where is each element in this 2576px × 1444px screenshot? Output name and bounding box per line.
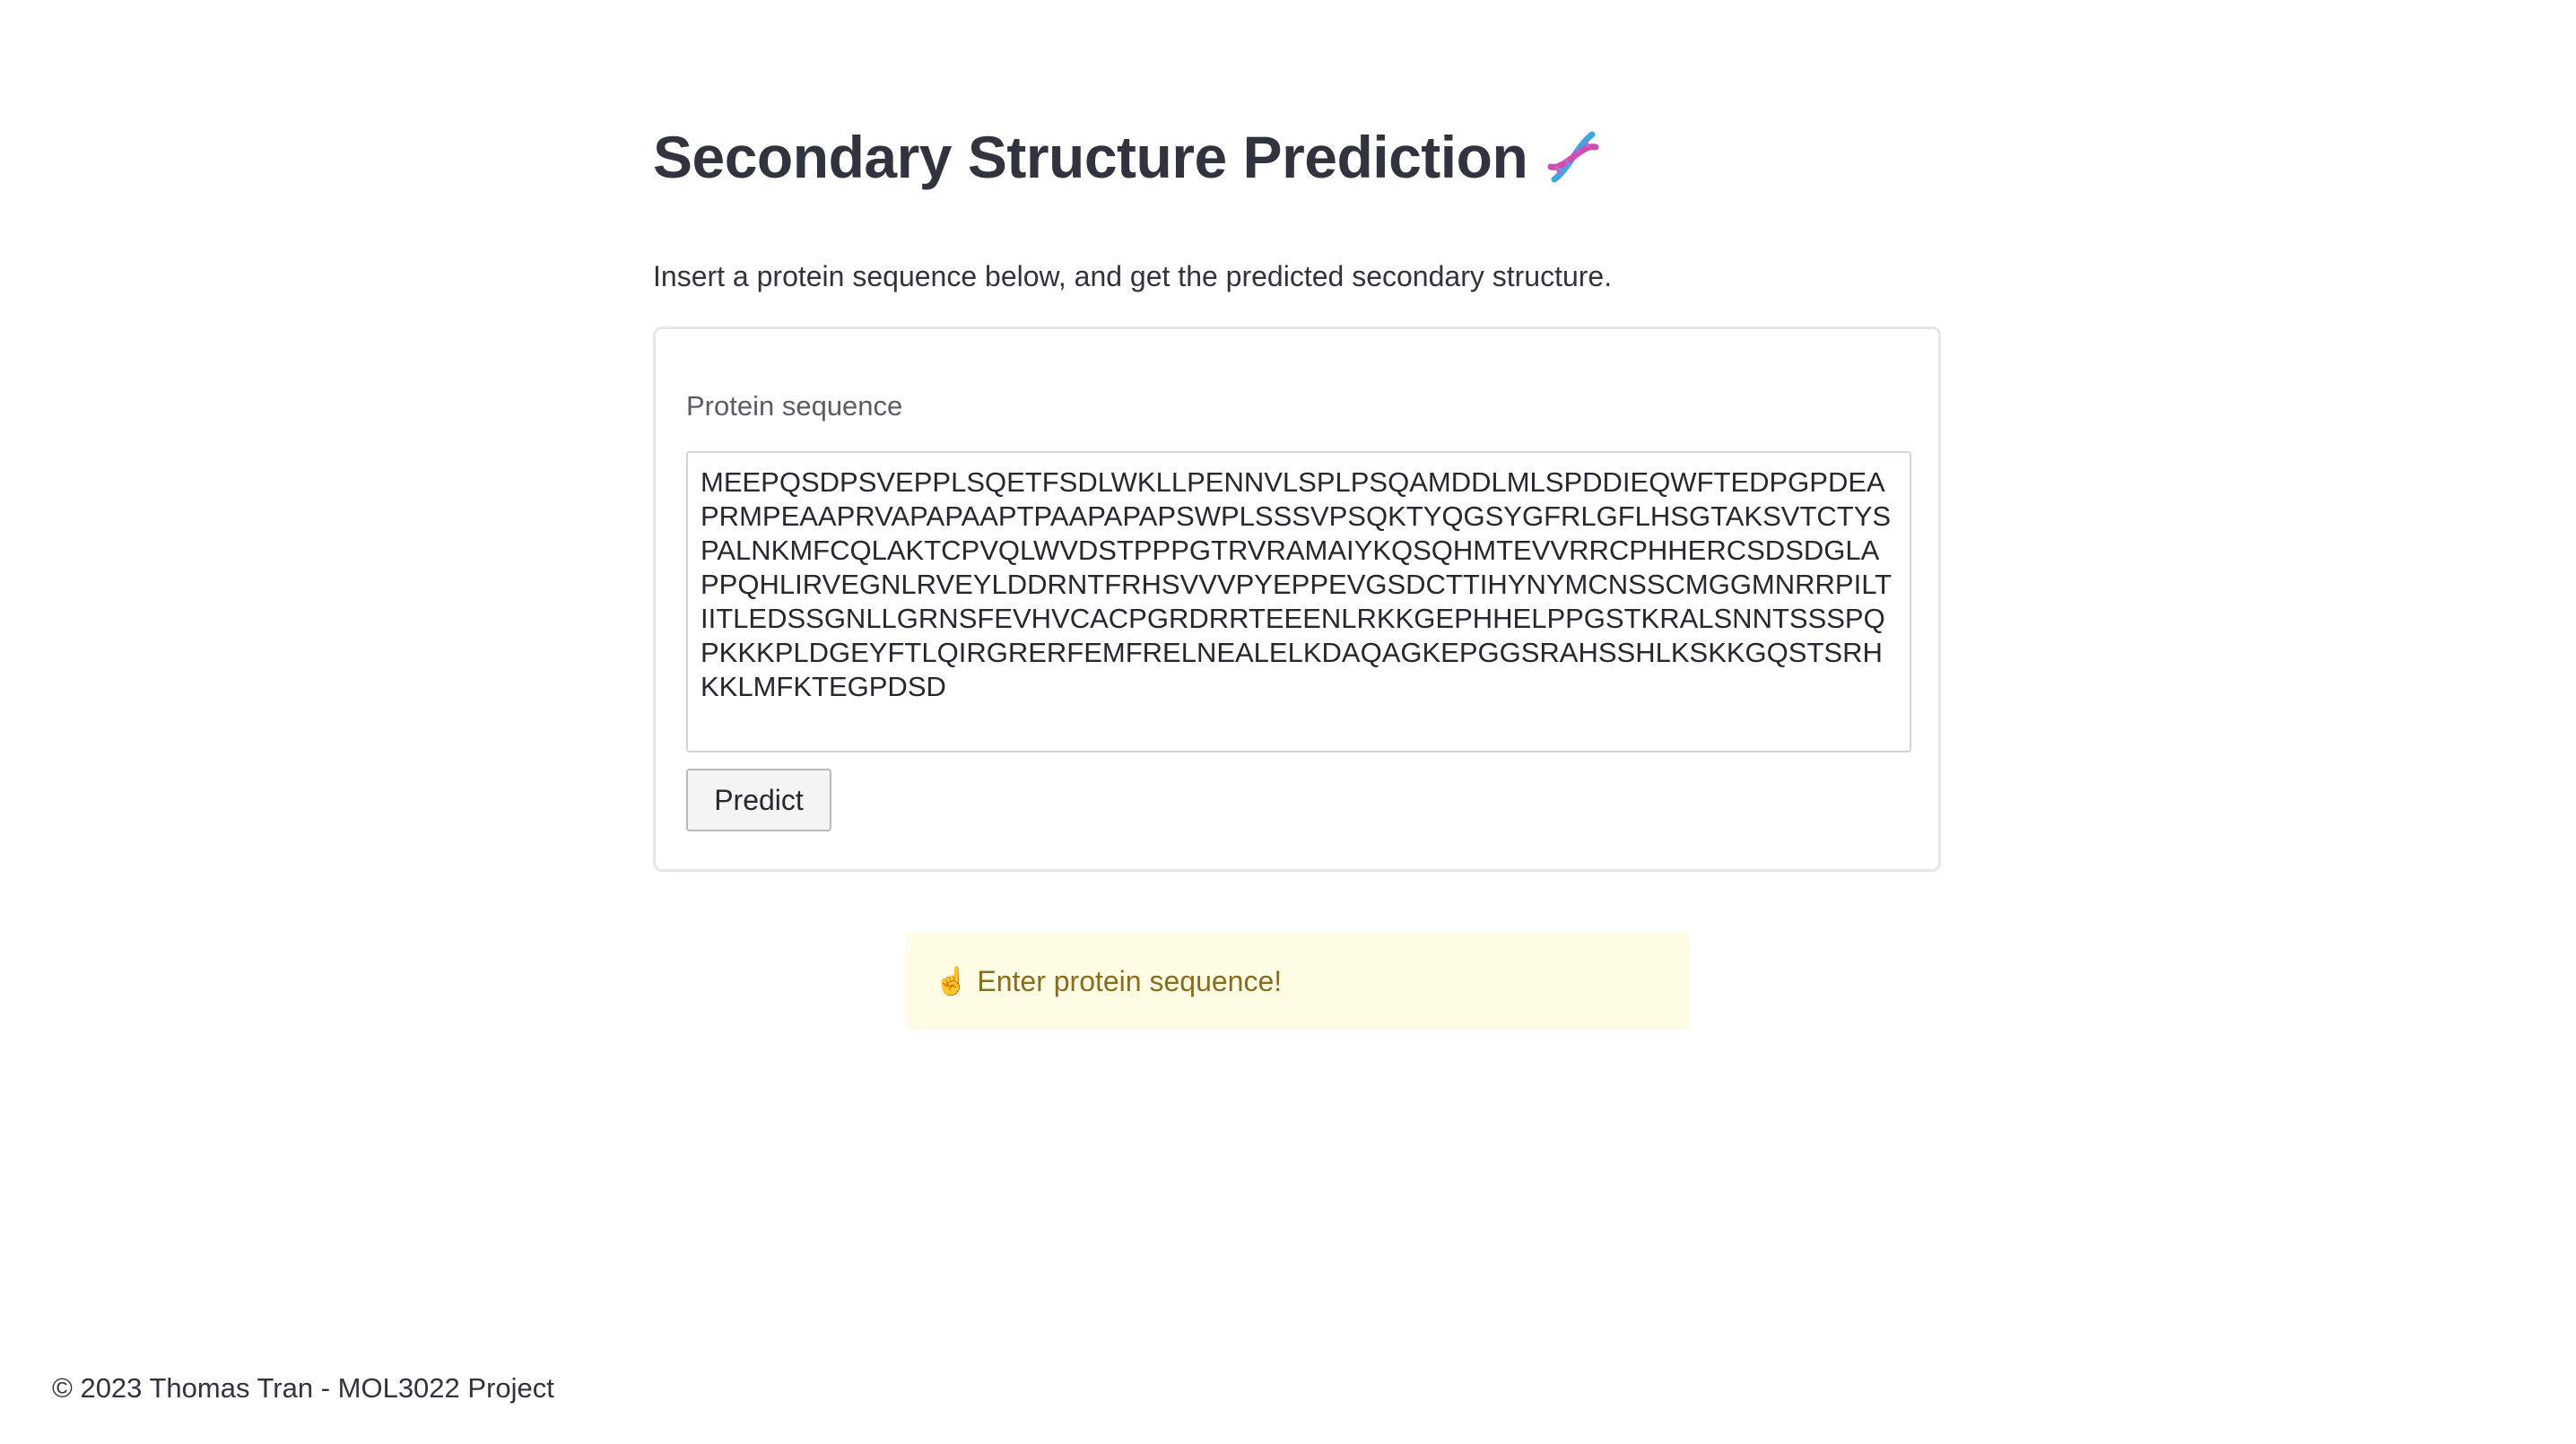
pointing-finger-icon: ☝️ — [935, 966, 969, 996]
footer-text: © 2023 Thomas Tran - MOL3022 Project — [52, 1372, 554, 1404]
info-alert: ☝️ Enter protein sequence! — [906, 933, 1690, 1030]
predict-button[interactable]: Predict — [686, 769, 831, 831]
page-title: Secondary Structure Prediction — [653, 124, 1528, 190]
sequence-textarea[interactable]: MEEPQSDPSVEPPLSQETFSDLWKLLPENNVLSPLPSQAM… — [686, 451, 1911, 752]
dna-icon — [1542, 126, 1605, 188]
main-content: Secondary Structure Prediction Insert a … — [653, 108, 1945, 1030]
sequence-label: Protein sequence — [686, 390, 903, 422]
intro-text: Insert a protein sequence below, and get… — [653, 260, 1613, 292]
prediction-form: Protein sequence MEEPQSDPSVEPPLSQETFSDLW… — [653, 326, 1941, 872]
alert-text: Enter protein sequence! — [977, 964, 1283, 997]
title-row: Secondary Structure Prediction — [653, 108, 1945, 206]
app-page: Secondary Structure Prediction Insert a … — [0, 0, 2576, 1444]
